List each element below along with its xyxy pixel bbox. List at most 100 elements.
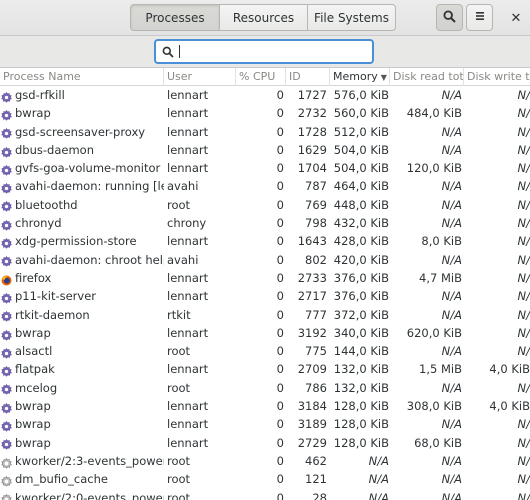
memory-cell: 372,0 KiB <box>333 307 389 322</box>
table-row[interactable]: avahi-daemon: running [legolasavahi 0 787 4… <box>0 177 530 195</box>
table-row[interactable]: mcelog root 0 786 132,0 KiB N/A N/ <box>0 379 530 397</box>
table-row[interactable]: xdg-permission-store lennart 0 1643 428,0 Ki… <box>0 232 530 250</box>
table-row[interactable]: dm_bufio_cache root 0 121 N/A N/A N/ <box>0 470 530 488</box>
pid-cell: 2709 <box>297 362 327 377</box>
disk-write-cell: N/ <box>517 88 530 102</box>
cpu-cell: 0 <box>276 216 284 231</box>
disk-read-cell: 308,0 KiB <box>406 399 462 414</box>
close-icon: ✕ <box>510 10 522 26</box>
process-name: firefox <box>15 270 52 285</box>
column-header-disk-write[interactable]: Disk write to <box>464 68 530 86</box>
sort-descending-icon: ▼ <box>380 73 387 82</box>
cpu-cell: 0 <box>276 380 284 395</box>
search-toggle-button[interactable] <box>436 4 463 31</box>
tab-file-systems[interactable]: File Systems <box>308 4 396 31</box>
search-field[interactable] <box>154 39 374 64</box>
cpu-cell: 0 <box>276 325 284 340</box>
process-name-cell: flatpak <box>0 360 164 378</box>
disk-write-cell: N/ <box>517 380 530 395</box>
tab-resources[interactable]: Resources <box>220 4 308 31</box>
close-button[interactable]: ✕ <box>506 8 526 28</box>
memory-cell: 576,0 KiB <box>333 88 389 102</box>
table-row[interactable]: p11-kit-server lennart 0 2717 376,0 KiB N/A N/ <box>0 287 530 305</box>
table-row[interactable]: flatpak lennart 0 2709 132,0 KiB 1,5 MiB 4,0 K… <box>0 360 530 378</box>
process-name-cell: xdg-permission-store <box>0 232 164 250</box>
column-header-cpu[interactable]: % CPU <box>236 68 286 86</box>
pid-cell: 1629 <box>297 142 327 157</box>
table-row[interactable]: avahi-daemon: chroot helperavahi 0 802 420,… <box>0 251 530 269</box>
memory-cell: 420,0 KiB <box>333 252 389 267</box>
table-row[interactable]: gsd-rfkill lennart 0 1727 576,0 KiB N/A N/ <box>0 86 530 104</box>
table-row[interactable]: rtkit-daemon rtkit 0 777 372,0 KiB N/A N/ <box>0 306 530 324</box>
process-name-cell: rtkit-daemon <box>0 306 164 324</box>
process-name: bwrap <box>15 325 51 340</box>
table-row[interactable]: bwrap lennart 0 2729 128,0 KiB 68,0 KiB N/ <box>0 434 530 452</box>
menu-button[interactable] <box>466 4 493 31</box>
disk-write-cell: N/ <box>517 417 530 432</box>
process-name-cell: bwrap <box>0 415 164 433</box>
process-name-cell: kworker/2:3-events_power_ef <box>0 452 164 470</box>
column-header-user[interactable]: User <box>164 68 236 86</box>
text-cursor <box>179 45 180 58</box>
memory-cell: 432,0 KiB <box>333 216 389 231</box>
table-row[interactable]: bluetoothd root 0 769 448,0 KiB N/A N/ <box>0 196 530 214</box>
user-cell: root <box>167 490 191 500</box>
table-row[interactable]: dbus-daemon lennart 0 1629 504,0 KiB N/A N/ <box>0 141 530 159</box>
disk-write-cell: N/ <box>517 344 530 359</box>
disk-read-cell: 68,0 KiB <box>414 435 462 450</box>
table-row[interactable]: kworker/2:0-events_power_efroot 0 28 N/A N/A… <box>0 489 530 500</box>
gear-icon <box>1 309 12 322</box>
memory-cell: 464,0 KiB <box>333 179 389 194</box>
cpu-cell: 0 <box>276 88 284 102</box>
pid-cell: 3184 <box>297 399 327 414</box>
search-input[interactable] <box>182 43 362 61</box>
memory-cell: N/A <box>368 453 389 468</box>
table-row[interactable]: bwrap lennart 0 3192 340,0 KiB 620,0 KiB N/ <box>0 324 530 342</box>
disk-write-cell: N/ <box>517 124 530 139</box>
disk-read-cell: N/A <box>441 344 462 359</box>
process-name: alsactl <box>15 344 53 359</box>
memory-cell: 428,0 KiB <box>333 234 389 249</box>
process-name: avahi-daemon: running [legolas <box>15 179 164 194</box>
user-cell: root <box>167 344 191 359</box>
disk-read-cell: N/A <box>441 289 462 304</box>
cpu-cell: 0 <box>276 344 284 359</box>
pid-cell: 787 <box>305 179 327 194</box>
table-row[interactable]: kworker/2:3-events_power_efroot 0 462 N/A N/… <box>0 452 530 470</box>
memory-cell: 128,0 KiB <box>333 399 389 414</box>
pid-cell: 2729 <box>297 435 327 450</box>
cpu-cell: 0 <box>276 362 284 377</box>
process-name: xdg-permission-store <box>15 234 137 249</box>
tab-processes[interactable]: Processes <box>130 4 220 31</box>
column-header-process-name[interactable]: Process Name <box>0 68 164 86</box>
table-row[interactable]: bwrap lennart 0 2732 560,0 KiB 484,0 KiB N/ <box>0 104 530 122</box>
disk-write-cell: 4,0 KiB <box>489 362 530 377</box>
table-row[interactable]: bwrap lennart 0 3189 128,0 KiB N/A N/ <box>0 415 530 433</box>
memory-cell: 376,0 KiB <box>333 270 389 285</box>
gear-icon <box>1 437 12 450</box>
table-row[interactable]: alsactl root 0 775 144,0 KiB N/A N/ <box>0 342 530 360</box>
table-row[interactable]: chronyd chrony 0 798 432,0 KiB N/A N/ <box>0 214 530 232</box>
column-header-id[interactable]: ID <box>286 68 330 86</box>
disk-write-cell: N/ <box>517 216 530 231</box>
pid-cell: 798 <box>305 216 327 231</box>
pid-cell: 777 <box>305 307 327 322</box>
column-header-disk-read[interactable]: Disk read tota <box>390 68 464 86</box>
user-cell: root <box>167 453 191 468</box>
gear-icon <box>1 401 12 414</box>
table-row[interactable]: gvfs-goa-volume-monitor lennart 0 1704 504,0… <box>0 159 530 177</box>
process-name: kworker/2:0-events_power_ef <box>15 490 164 500</box>
column-header-memory[interactable]: Memory ▼ <box>330 68 390 86</box>
gear-icon <box>1 145 12 158</box>
gear-icon <box>1 90 12 103</box>
gear-icon <box>1 364 12 377</box>
pid-cell: 2717 <box>297 289 327 304</box>
disk-write-cell: N/ <box>517 289 530 304</box>
header-bar: Processes Resources File Systems ✕ <box>0 0 530 36</box>
pid-cell: 786 <box>305 380 327 395</box>
table-row[interactable]: firefox lennart 0 2733 376,0 KiB 4,7 MiB N/ <box>0 269 530 287</box>
table-row[interactable]: gsd-screensaver-proxy lennart 0 1728 512,0 K… <box>0 123 530 141</box>
search-bar <box>0 36 530 68</box>
table-row[interactable]: bwrap lennart 0 3184 128,0 KiB 308,0 KiB 4,0 K… <box>0 397 530 415</box>
process-name-cell: avahi-daemon: running [legolas <box>0 177 164 195</box>
